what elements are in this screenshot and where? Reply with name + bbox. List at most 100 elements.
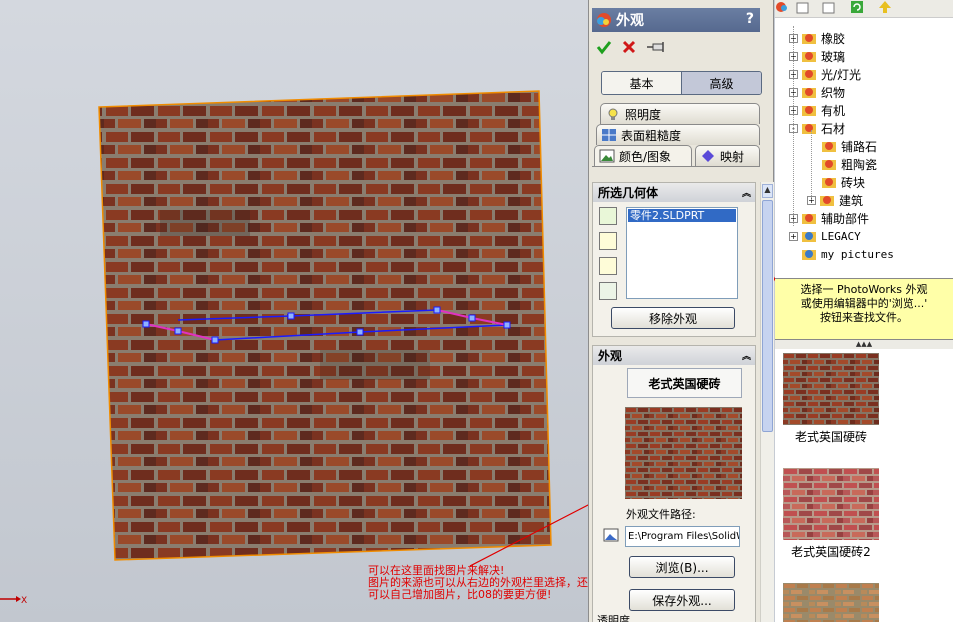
appearance-header[interactable]: 外观 ︽ (593, 346, 755, 365)
help-icon[interactable]: ? (746, 11, 754, 27)
tab-mapping-label: 映射 (720, 149, 745, 164)
pushpin-icon[interactable] (645, 38, 667, 56)
tree-node-fabric[interactable]: + 织物 (789, 83, 845, 101)
scroll-up-arrow-icon[interactable]: ▲ (762, 184, 773, 198)
thumbnail-caption: 老式英国硬砖 (794, 430, 867, 444)
save-appearance-button[interactable]: 保存外观... (629, 589, 735, 611)
mode-basic-button[interactable]: 基本 (602, 72, 681, 94)
tree-node-rubber[interactable]: + 橡胶 (789, 29, 845, 47)
tree-node-stone[interactable]: - 石材 (789, 119, 845, 137)
folder-appearance-icon (802, 250, 816, 260)
brick-textured-plane[interactable] (0, 0, 588, 622)
path-input[interactable]: E:\Program Files\SolidW (625, 526, 740, 547)
collapse-chevron-icon[interactable]: ︽ (742, 349, 751, 362)
tree-node-brick[interactable]: 砖块 (821, 173, 865, 191)
folder-appearance-icon (802, 70, 816, 80)
tree-node-label: 砖块 (841, 175, 866, 190)
expand-icon[interactable]: + (789, 231, 798, 241)
appearance-tree[interactable]: + 橡胶 + 玻璃 + 光/灯光 + 织物 + 有机 - 石材 铺路石 粗陶瓷 … (775, 26, 953, 266)
graphics-area[interactable]: X 可以在这里面找图片来解决! 图片的来源也可以从右边的外观栏里选择，还 可以自… (0, 0, 588, 622)
select-face-icon[interactable] (599, 232, 617, 250)
tab-color-image-label: 颜色/图象 (619, 149, 672, 164)
tree-node-glass[interactable]: + 玻璃 (789, 47, 845, 65)
remove-appearance-button[interactable]: 移除外观 (611, 307, 735, 329)
selected-geometry-header[interactable]: 所选几何体 ︽ (593, 183, 755, 202)
x-axis-label: X (21, 596, 27, 606)
tab-divider (592, 166, 760, 167)
appearance-thumbnail[interactable] (783, 583, 879, 622)
tree-node-paving[interactable]: 铺路石 (821, 137, 877, 155)
open-folder-icon[interactable] (821, 0, 837, 14)
mapping-icon (702, 150, 714, 162)
tree-guide-line (811, 130, 812, 200)
tab-color-image[interactable]: 颜色/图象 (594, 145, 692, 166)
mode-advanced-button[interactable]: 高级 (681, 72, 761, 94)
folder-appearance-icon (802, 232, 816, 242)
selected-geometry-title: 所选几何体 (598, 186, 659, 200)
image-file-icon (603, 528, 619, 542)
appearance-preview (625, 407, 742, 499)
tab-illumination-label: 照明度 (625, 107, 662, 122)
tree-node-my-pictures[interactable]: my pictures (801, 245, 894, 263)
tab-mapping[interactable]: 映射 (695, 145, 760, 166)
folder-appearance-icon (822, 178, 836, 188)
library-toolbar (775, 0, 953, 18)
tree-node-organic[interactable]: + 有机 (789, 101, 845, 119)
panel-splitter[interactable]: ▲▲▲ (775, 340, 953, 349)
new-folder-icon[interactable] (795, 0, 811, 14)
tree-node-label: 铺路石 (841, 139, 878, 154)
tree-node-label: 光/灯光 (821, 67, 862, 82)
pm-scrollbar[interactable]: ▲ (760, 182, 774, 622)
ok-check-icon[interactable] (595, 38, 613, 56)
appearance-icon (597, 13, 611, 27)
tree-node-label: 粗陶瓷 (841, 157, 878, 172)
folder-appearance-icon (802, 88, 816, 98)
tree-node-label: 玻璃 (821, 49, 846, 64)
select-part-icon[interactable] (599, 207, 617, 225)
go-up-icon[interactable] (877, 0, 893, 14)
appearance-icon[interactable] (775, 0, 791, 14)
tree-node-label: 建筑 (839, 193, 864, 208)
folder-appearance-icon (820, 196, 834, 206)
folder-appearance-icon (802, 214, 816, 224)
library-tooltip: 选择一 PhotoWorks 外观 或使用编辑器中的'浏览...' 按钮来查找文… (775, 278, 953, 340)
tree-node-label: 辅助部件 (821, 211, 870, 226)
appearance-thumbnail[interactable]: 老式英国硬砖2 (783, 468, 879, 560)
select-feature-icon[interactable] (599, 257, 617, 275)
x-axis-indicator-icon: X (0, 596, 27, 606)
path-label: 外观文件路径: (626, 508, 696, 521)
thumbnail-image (783, 468, 879, 540)
tab-surface-finish-label: 表面粗糙度 (621, 128, 682, 143)
pm-title-bar: 外观 ? (592, 8, 760, 32)
selection-item[interactable]: 零件2.SLDPRT (628, 209, 736, 222)
browse-button[interactable]: 浏览(B)... (629, 556, 735, 578)
tree-node-label: 石材 (821, 121, 846, 136)
thumbnail-image (783, 583, 879, 622)
cancel-x-icon[interactable] (620, 38, 638, 56)
tab-illumination[interactable]: 照明度 (600, 103, 760, 124)
transparency-label: 透明度 (597, 614, 630, 622)
selection-list[interactable]: 零件2.SLDPRT (626, 207, 738, 299)
refresh-icon[interactable] (849, 0, 865, 14)
folder-appearance-icon (802, 106, 816, 116)
image-icon (599, 149, 615, 163)
selected-geometry-section: 所选几何体 ︽ 零件2.SLDPRT 移除外观 (592, 182, 756, 337)
appearance-thumbnail[interactable]: 老式英国硬砖 (783, 353, 879, 445)
thumbnail-caption: 老式英国硬砖2 (791, 545, 871, 559)
tab-surface-finish[interactable]: 表面粗糙度 (596, 124, 760, 145)
tree-node-auxiliary[interactable]: + 辅助部件 (789, 209, 869, 227)
appearance-section: 外观 ︽ 老式英国硬砖 外观文件路径: E:\Program Files\Sol… (592, 345, 756, 622)
tree-node-light[interactable]: + 光/灯光 (789, 65, 861, 83)
tree-node-legacy[interactable]: + LEGACY (789, 227, 861, 245)
tree-node-architecture[interactable]: + 建筑 (807, 191, 863, 209)
tree-node-stoneware[interactable]: 粗陶瓷 (821, 155, 877, 173)
tree-guide-line (793, 26, 794, 226)
select-body-icon[interactable] (599, 282, 617, 300)
scroll-thumb[interactable] (762, 200, 773, 432)
appearance-title: 外观 (598, 349, 623, 363)
tree-node-label: LEGACY (821, 229, 861, 243)
mode-toggle: 基本 高级 (601, 71, 762, 95)
collapse-chevron-icon[interactable]: ︽ (742, 186, 751, 199)
folder-appearance-icon (802, 52, 816, 62)
folder-appearance-icon (802, 124, 816, 134)
